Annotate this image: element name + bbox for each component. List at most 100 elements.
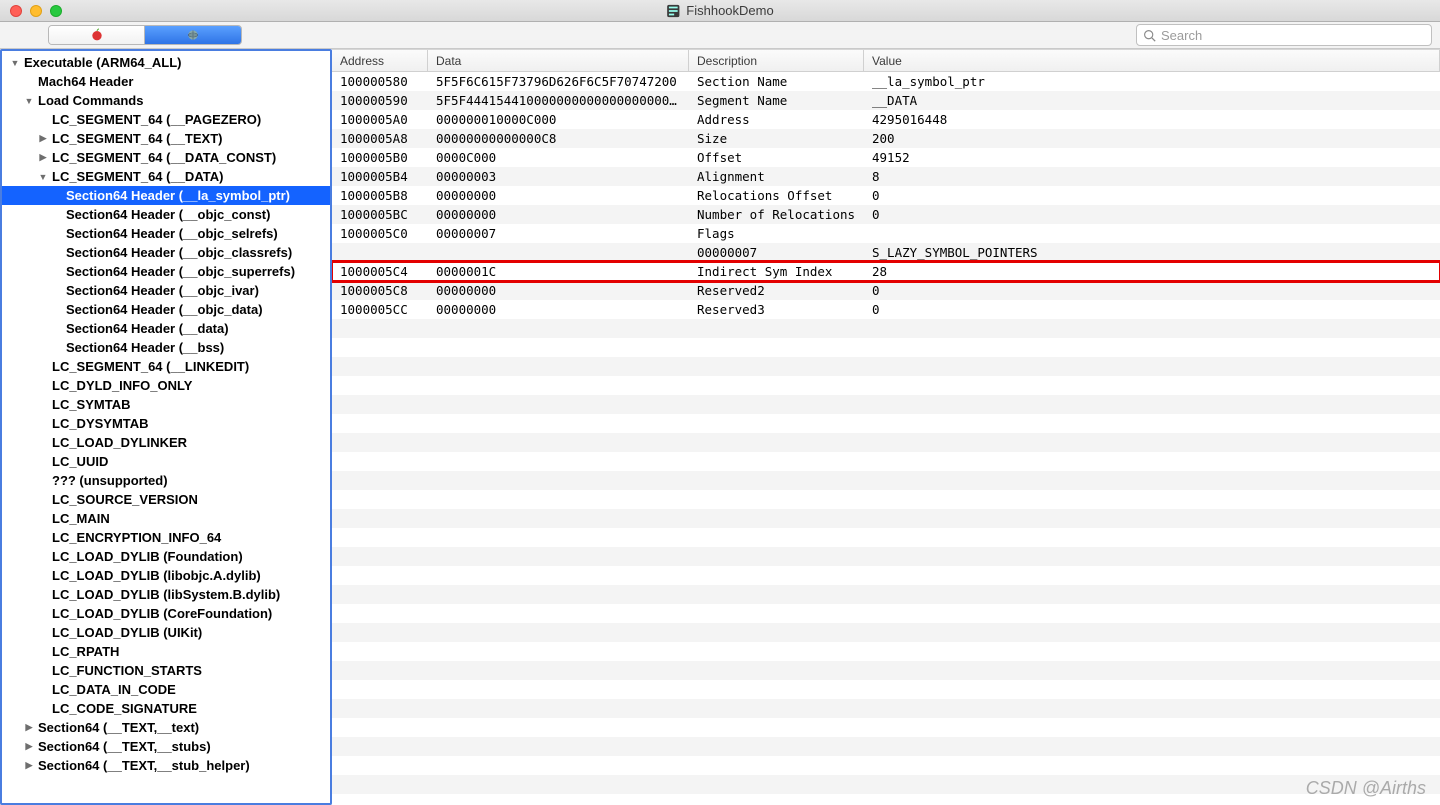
tree-item[interactable]: ??? (unsupported) (2, 471, 330, 490)
tree-item[interactable]: Section64 Header (__la_symbol_ptr) (2, 186, 330, 205)
tree-item[interactable]: LC_SEGMENT_64 (__TEXT) (2, 129, 330, 148)
table-row[interactable]: 1000005805F5F6C615F73796D626F6C5F7074720… (332, 72, 1440, 91)
tree-item[interactable]: LC_SEGMENT_64 (__PAGEZERO) (2, 110, 330, 129)
search-field[interactable] (1136, 24, 1432, 46)
minimize-window-button[interactable] (30, 5, 42, 17)
table-row-empty (332, 395, 1440, 414)
column-header-description[interactable]: Description (689, 50, 864, 71)
table-row[interactable]: 1000005CC00000000Reserved30 (332, 300, 1440, 319)
table-row[interactable]: 1000005C40000001CIndirect Sym Index28 (332, 262, 1440, 281)
tree-item[interactable]: LC_LOAD_DYLIB (libSystem.B.dylib) (2, 585, 330, 604)
tree-item[interactable]: LC_LOAD_DYLIB (CoreFoundation) (2, 604, 330, 623)
disclosure-right-icon[interactable] (22, 740, 36, 754)
table-row[interactable]: 1000005A800000000000000C8Size200 (332, 129, 1440, 148)
cell-description: Segment Name (689, 93, 864, 108)
table-row[interactable]: 1000005C800000000Reserved20 (332, 281, 1440, 300)
tree-item[interactable]: Section64 Header (__objc_data) (2, 300, 330, 319)
tree-item-label: Section64 (__TEXT,__stub_helper) (36, 758, 250, 773)
view-mode-raw-button[interactable] (49, 26, 145, 44)
tree-item[interactable]: Section64 (__TEXT,__stubs) (2, 737, 330, 756)
view-mode-segment[interactable] (48, 25, 242, 45)
tree-item[interactable]: LC_SOURCE_VERSION (2, 490, 330, 509)
tree-item[interactable]: Section64 Header (__objc_selrefs) (2, 224, 330, 243)
tree-item[interactable]: LC_SYMTAB (2, 395, 330, 414)
tree-item[interactable]: LC_DYSYMTAB (2, 414, 330, 433)
cell-address: 100000590 (332, 93, 428, 108)
tree-item[interactable]: Load Commands (2, 91, 330, 110)
disclosure-right-icon[interactable] (36, 132, 50, 146)
tree-item-label: LC_SYMTAB (50, 397, 130, 412)
search-input[interactable] (1161, 28, 1425, 43)
tree-item[interactable]: LC_ENCRYPTION_INFO_64 (2, 528, 330, 547)
table-row-empty (332, 680, 1440, 699)
tree-item[interactable]: Section64 Header (__objc_classrefs) (2, 243, 330, 262)
tree-item-label: Section64 Header (__objc_data) (64, 302, 263, 317)
tree-item[interactable]: LC_UUID (2, 452, 330, 471)
close-window-button[interactable] (10, 5, 22, 17)
disclosure-down-icon[interactable] (22, 94, 36, 108)
cell-address: 1000005CC (332, 302, 428, 317)
column-header-data[interactable]: Data (428, 50, 689, 71)
tree-item[interactable]: LC_LOAD_DYLINKER (2, 433, 330, 452)
table-row-empty (332, 775, 1440, 794)
tree-item-label: LC_FUNCTION_STARTS (50, 663, 202, 678)
disclosure-right-icon[interactable] (22, 759, 36, 773)
table-row-empty (332, 357, 1440, 376)
tree-item[interactable]: LC_SEGMENT_64 (__DATA) (2, 167, 330, 186)
apple-icon (89, 27, 105, 43)
cell-data: 00000000 (428, 283, 689, 298)
sidebar[interactable]: Executable (ARM64_ALL)Mach64 HeaderLoad … (0, 49, 332, 805)
disclosure-none (36, 550, 50, 564)
tree-item[interactable]: Section64 Header (__objc_ivar) (2, 281, 330, 300)
cell-description: Reserved3 (689, 302, 864, 317)
disclosure-right-icon[interactable] (36, 151, 50, 165)
tree-item-label: LC_SEGMENT_64 (__TEXT) (50, 131, 223, 146)
column-header-address[interactable]: Address (332, 50, 428, 71)
table-header[interactable]: Address Data Description Value (332, 50, 1440, 72)
tree-item-label: Section64 Header (__objc_const) (64, 207, 270, 222)
table-row[interactable]: 1000005905F5F444154410000000000000000000… (332, 91, 1440, 110)
tree-item[interactable]: LC_SEGMENT_64 (__LINKEDIT) (2, 357, 330, 376)
tree-item[interactable]: Section64 (__TEXT,__stub_helper) (2, 756, 330, 775)
cell-value: S_LAZY_SYMBOL_POINTERS (864, 245, 1440, 260)
tree-item[interactable]: Section64 Header (__data) (2, 319, 330, 338)
view-mode-parsed-button[interactable] (145, 26, 241, 44)
tree-item[interactable]: LC_LOAD_DYLIB (libobjc.A.dylib) (2, 566, 330, 585)
tree-item[interactable]: Executable (ARM64_ALL) (2, 53, 330, 72)
tree-item[interactable]: Mach64 Header (2, 72, 330, 91)
table-row[interactable]: 1000005C000000007Flags (332, 224, 1440, 243)
table-row[interactable]: 1000005BC00000000Number of Relocations0 (332, 205, 1440, 224)
table-row[interactable]: 1000005A0000000010000C000Address42950164… (332, 110, 1440, 129)
window-title: FishhookDemo (686, 3, 773, 18)
tree-item[interactable]: Section64 Header (__objc_const) (2, 205, 330, 224)
zoom-window-button[interactable] (50, 5, 62, 17)
tree-item[interactable]: LC_LOAD_DYLIB (Foundation) (2, 547, 330, 566)
tree-item[interactable]: Section64 Header (__objc_superrefs) (2, 262, 330, 281)
disclosure-down-icon[interactable] (36, 170, 50, 184)
table-row[interactable]: 00000007S_LAZY_SYMBOL_POINTERS (332, 243, 1440, 262)
titlebar: FishhookDemo (0, 0, 1440, 22)
column-header-value[interactable]: Value (864, 50, 1440, 71)
tree-item[interactable]: LC_SEGMENT_64 (__DATA_CONST) (2, 148, 330, 167)
disclosure-right-icon[interactable] (22, 721, 36, 735)
table-row[interactable]: 1000005B00000C000Offset49152 (332, 148, 1440, 167)
cell-data: 5F5F6C615F73796D626F6C5F70747200 (428, 74, 689, 89)
tree-item-label: LC_DATA_IN_CODE (50, 682, 176, 697)
tree-item[interactable]: LC_RPATH (2, 642, 330, 661)
table-row-empty (332, 509, 1440, 528)
tree-item[interactable]: LC_FUNCTION_STARTS (2, 661, 330, 680)
tree-item[interactable]: LC_DATA_IN_CODE (2, 680, 330, 699)
tree-item[interactable]: LC_CODE_SIGNATURE (2, 699, 330, 718)
tree-item[interactable]: LC_MAIN (2, 509, 330, 528)
tree-item[interactable]: Section64 Header (__bss) (2, 338, 330, 357)
cell-value: 0 (864, 188, 1440, 203)
table-row-empty (332, 490, 1440, 509)
disclosure-down-icon[interactable] (8, 56, 22, 70)
table-row[interactable]: 1000005B400000003Alignment8 (332, 167, 1440, 186)
table-row[interactable]: 1000005B800000000Relocations Offset0 (332, 186, 1440, 205)
tree-item[interactable]: LC_LOAD_DYLIB (UIKit) (2, 623, 330, 642)
tree-item[interactable]: Section64 (__TEXT,__text) (2, 718, 330, 737)
tree-item[interactable]: LC_DYLD_INFO_ONLY (2, 376, 330, 395)
cell-data: 000000010000C000 (428, 112, 689, 127)
table-row-empty (332, 699, 1440, 718)
